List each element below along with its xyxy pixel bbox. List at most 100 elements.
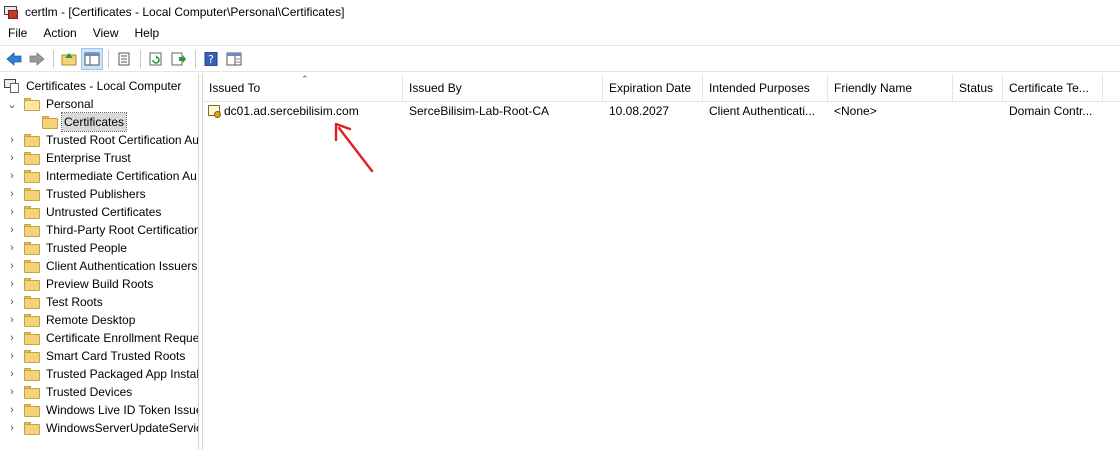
cell-issued-to: dc01.ad.sercebilisim.com	[203, 102, 403, 121]
cell-certificate-template: Domain Contr...	[1009, 104, 1093, 118]
chevron-right-icon[interactable]: ›	[6, 170, 18, 182]
chevron-right-icon[interactable]: ›	[6, 188, 18, 200]
certificate-icon	[208, 104, 222, 118]
help-icon[interactable]: ?	[200, 48, 222, 70]
tree-item-label: Trusted Publishers	[46, 187, 146, 201]
certificates-snapin-icon	[4, 79, 20, 93]
tree-item-label: Personal	[46, 97, 94, 111]
export-list-icon[interactable]	[168, 48, 190, 70]
chevron-right-icon[interactable]: ›	[6, 242, 18, 254]
cell-status	[953, 102, 1003, 121]
tree-item-folder[interactable]: › Untrusted Certificates	[6, 203, 163, 221]
folder-icon	[24, 421, 40, 435]
menu-bar: File Action View Help	[0, 23, 1120, 44]
tree-item-label: Trusted Devices	[46, 385, 133, 399]
folder-icon	[24, 151, 40, 165]
folder-icon	[24, 277, 40, 291]
folder-icon	[24, 403, 40, 417]
tree-item-label: Preview Build Roots	[46, 277, 154, 291]
cell-friendly-name: <None>	[834, 104, 877, 118]
tree-item-label: Third-Party Root Certification	[46, 223, 199, 237]
tree-item-label: Certificate Enrollment Reque	[46, 331, 199, 345]
tree-item-personal[interactable]: ⌄ Personal	[6, 95, 95, 113]
tree-item-label: Test Roots	[46, 295, 103, 309]
column-issued-by[interactable]: Issued By	[403, 74, 603, 102]
toolbar-separator	[140, 49, 141, 68]
cell-intended-purposes: Client Authenticati...	[709, 104, 816, 118]
tree-item-folder[interactable]: › Test Roots	[6, 293, 105, 311]
folder-open-icon	[24, 97, 40, 111]
tree-item-folder[interactable]: › Certificate Enrollment Reque	[6, 329, 199, 347]
chevron-right-icon[interactable]: ›	[6, 296, 18, 308]
column-expiration-date[interactable]: Expiration Date	[603, 74, 703, 102]
chevron-right-icon[interactable]: ›	[6, 260, 18, 272]
chevron-right-icon[interactable]: ›	[6, 206, 18, 218]
toolbar-separator	[195, 49, 196, 68]
column-status[interactable]: Status	[953, 74, 1003, 102]
tree-item-folder[interactable]: › Client Authentication Issuers	[6, 257, 198, 275]
tree-item-folder[interactable]: › Enterprise Trust	[6, 149, 133, 167]
tree-item-label: WindowsServerUpdateService	[46, 421, 199, 435]
chevron-right-icon[interactable]: ›	[6, 404, 18, 416]
chevron-right-icon[interactable]: ›	[6, 386, 18, 398]
up-folder-icon[interactable]	[58, 48, 80, 70]
menu-action[interactable]: Action	[35, 23, 84, 44]
tree-item-certificates[interactable]: Certificates	[42, 112, 128, 132]
tree-item-folder[interactable]: › Preview Build Roots	[6, 275, 155, 293]
table-row[interactable]: dc01.ad.sercebilisim.com SerceBilisim-La…	[203, 102, 1120, 121]
properties-icon[interactable]	[113, 48, 135, 70]
refresh-icon[interactable]	[145, 48, 167, 70]
chevron-right-icon[interactable]: ›	[6, 152, 18, 164]
folder-icon	[24, 313, 40, 327]
folder-icon	[24, 259, 40, 273]
chevron-right-icon[interactable]: ›	[6, 350, 18, 362]
issued-to-text: dc01.ad.sercebilisim.com	[224, 104, 359, 118]
title-bar: certlm - [Certificates - Local Computer\…	[0, 0, 1120, 23]
column-intended-purposes[interactable]: Intended Purposes	[703, 74, 828, 102]
show-hide-tree-icon[interactable]	[81, 47, 103, 70]
chevron-down-icon[interactable]: ⌄	[6, 98, 18, 111]
console-window-icon[interactable]	[223, 48, 245, 70]
tree-item-label: Intermediate Certification Au	[46, 169, 197, 183]
tree-item-label: Remote Desktop	[46, 313, 136, 327]
chevron-right-icon[interactable]: ›	[6, 314, 18, 326]
tree-item-label: Client Authentication Issuers	[46, 259, 198, 273]
tree-item-folder[interactable]: › Trusted Root Certification Au	[6, 131, 199, 149]
tree-item-label: Trusted Root Certification Au	[46, 133, 199, 147]
back-icon[interactable]	[3, 48, 25, 70]
cell-issued-by: SerceBilisim-Lab-Root-CA	[409, 104, 550, 118]
column-certificate-template[interactable]: Certificate Te...	[1003, 74, 1103, 102]
menu-view[interactable]: View	[85, 23, 127, 44]
window-title: certlm - [Certificates - Local Computer\…	[25, 4, 345, 19]
tree-item-folder[interactable]: › WindowsServerUpdateService	[6, 419, 199, 437]
folder-icon	[24, 241, 40, 255]
tree-item-label: Windows Live ID Token Issuer	[46, 403, 199, 417]
tree-item-folder[interactable]: › Smart Card Trusted Roots	[6, 347, 187, 365]
tree-root[interactable]: Certificates - Local Computer	[4, 77, 183, 95]
folder-icon	[24, 349, 40, 363]
tree-item-folder[interactable]: › Intermediate Certification Au	[6, 167, 198, 185]
chevron-right-icon[interactable]: ›	[6, 278, 18, 290]
folder-icon	[24, 205, 40, 219]
forward-icon[interactable]	[26, 48, 48, 70]
menu-file[interactable]: File	[0, 23, 35, 44]
tree-item-folder[interactable]: › Trusted Packaged App Install	[6, 365, 198, 383]
chevron-right-icon[interactable]: ›	[6, 134, 18, 146]
chevron-right-icon[interactable]: ›	[6, 368, 18, 380]
chevron-right-icon[interactable]: ›	[6, 224, 18, 236]
folder-icon	[24, 223, 40, 237]
tree-item-folder[interactable]: › Trusted Publishers	[6, 185, 148, 203]
column-issued-to[interactable]: Issued To	[203, 74, 403, 102]
tree-item-folder[interactable]: › Trusted People	[6, 239, 129, 257]
chevron-right-icon[interactable]: ›	[6, 332, 18, 344]
console-tree: Certificates - Local Computer ⌄ Personal…	[0, 74, 199, 450]
chevron-right-icon[interactable]: ›	[6, 422, 18, 434]
cell-expiration-date: 10.08.2027	[609, 104, 670, 118]
folder-icon	[42, 115, 58, 129]
menu-help[interactable]: Help	[127, 23, 168, 44]
tree-item-folder[interactable]: › Third-Party Root Certification	[6, 221, 199, 239]
tree-item-folder[interactable]: › Trusted Devices	[6, 383, 134, 401]
column-friendly-name[interactable]: Friendly Name	[828, 74, 953, 102]
tree-item-folder[interactable]: › Windows Live ID Token Issuer	[6, 401, 199, 419]
tree-item-folder[interactable]: › Remote Desktop	[6, 311, 137, 329]
